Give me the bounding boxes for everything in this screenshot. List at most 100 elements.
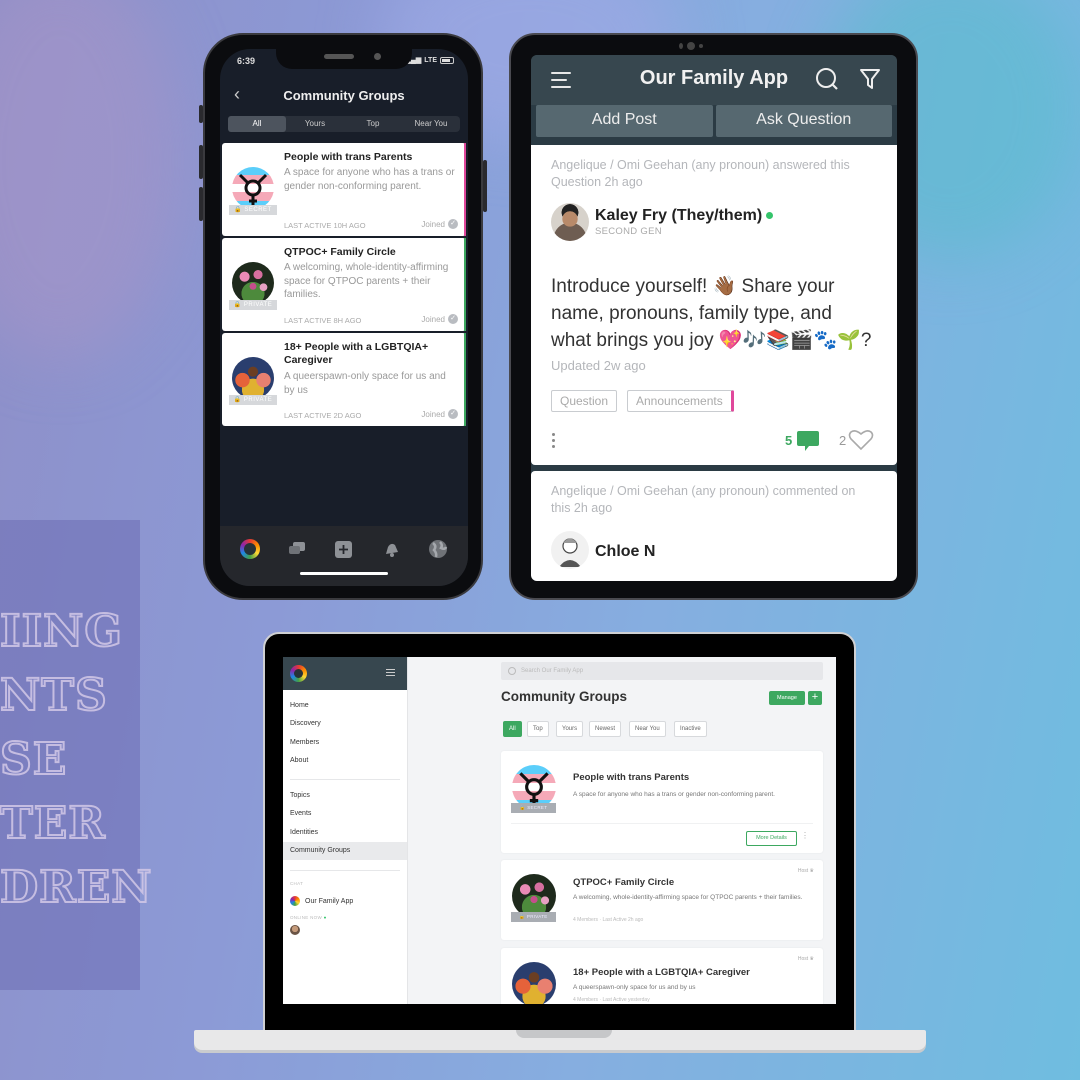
filter-all[interactable]: All — [503, 721, 522, 737]
tab-near-you[interactable]: Near You — [402, 116, 460, 132]
tag-announcements[interactable]: Announcements — [627, 390, 734, 412]
chat-label: CHAT — [290, 881, 304, 886]
group-card[interactable]: 🔒 PRIVATE 18+ People with a LGBTQIA+ Car… — [222, 333, 466, 426]
status-time: 6:39 — [237, 56, 256, 66]
post-body: Introduce yourself! 👋🏾 Share your name, … — [551, 276, 872, 351]
app-logo-icon[interactable] — [290, 665, 307, 682]
menu-icon[interactable] — [386, 669, 395, 678]
app-header: Our Family App — [531, 55, 897, 105]
feed-post[interactable]: Angelique / Omi Geehan (any pronoun) ans… — [531, 145, 897, 465]
manage-button[interactable]: Manage — [769, 691, 805, 705]
group-description: A queerspawn-only space for us and by us — [573, 984, 696, 991]
privacy-badge: 🔒 SECRET — [229, 205, 277, 215]
post-activity: Angelique / Omi Geehan (any pronoun) ans… — [551, 158, 850, 189]
divider — [290, 779, 400, 780]
chat-item[interactable]: Our Family App — [290, 896, 353, 906]
comment-icon[interactable] — [796, 430, 820, 452]
tab-all[interactable]: All — [228, 116, 286, 132]
group-name: QTPOC+ Family Circle — [573, 877, 675, 888]
phone-device: 6:39 ▂▄▆ LTE ‹ Community Groups All Your… — [199, 33, 487, 600]
add-group-button[interactable]: + — [808, 691, 822, 705]
author-name[interactable]: Kaley Fry (They/them) — [595, 207, 774, 225]
app-logo-icon[interactable] — [239, 538, 261, 560]
filter-near-you[interactable]: Near You — [629, 721, 666, 737]
author-name[interactable]: Chloe N — [595, 543, 655, 561]
crown-icon: ♛ — [809, 868, 814, 874]
more-options-icon[interactable] — [552, 433, 555, 448]
comment-count: 5 — [785, 433, 793, 448]
post-updated: Updated 2w ago — [551, 358, 646, 373]
status-right: ▂▄▆ LTE — [406, 56, 454, 64]
card-accent — [464, 238, 466, 331]
group-card[interactable]: 🔒 SECRET People with trans Parents A spa… — [222, 143, 466, 236]
card-accent — [464, 143, 466, 236]
ask-question-button[interactable]: Ask Question — [715, 105, 892, 137]
filter-newest[interactable]: Newest — [589, 721, 622, 737]
tablet-device: Our Family App Add Post Ask Question Ang… — [509, 33, 918, 600]
privacy-badge: 🔒 SECRET — [511, 803, 556, 813]
sign-line: TER — [0, 797, 106, 850]
avatar[interactable] — [551, 531, 589, 569]
joined-status: Joined ✓ — [421, 314, 458, 324]
group-card[interactable]: 🔒 SECRET People with trans Parents A spa… — [501, 751, 823, 853]
sidebar-item-identities[interactable]: Identities — [290, 829, 318, 836]
online-user-avatar[interactable] — [290, 925, 300, 935]
privacy-badge: 🔒 PRIVATE — [511, 912, 556, 922]
online-now-label: ONLINE NOW ● — [290, 915, 327, 920]
group-card[interactable]: 🔒 PRIVATE Host ♛ QTPOC+ Family Circle A … — [501, 860, 823, 940]
feed-post[interactable]: Angelique / Omi Geehan (any pronoun) com… — [531, 471, 897, 581]
sidebar-item-home[interactable]: Home — [290, 702, 309, 709]
filter-top[interactable]: Top — [527, 721, 549, 737]
phone-volume-down — [199, 187, 203, 221]
joined-status: Joined ✓ — [421, 219, 458, 229]
sidebar-item-discovery[interactable]: Discovery — [290, 720, 321, 727]
laptop-screen: Home Discovery Members About Topics Even… — [283, 657, 836, 1004]
laptop-base — [194, 1030, 926, 1050]
add-icon[interactable] — [333, 538, 355, 560]
sidebar-item-topics[interactable]: Topics — [290, 792, 310, 799]
sidebar-item-events[interactable]: Events — [290, 810, 311, 817]
more-details-button[interactable]: More Details — [746, 831, 797, 846]
tab-top[interactable]: Top — [344, 116, 402, 132]
check-icon: ✓ — [448, 219, 458, 229]
filter-yours[interactable]: Yours — [556, 721, 584, 737]
sidebar-item-about[interactable]: About — [290, 757, 308, 764]
sign-line: DREN — [0, 861, 153, 914]
phone-tab-bar: All Yours Top Near You — [228, 116, 460, 132]
privacy-badge: 🔒 PRIVATE — [229, 395, 277, 405]
group-name: 18+ People with a LGBTQIA+ Caregiver — [573, 967, 750, 978]
sign-line: SE — [0, 733, 68, 786]
sign-line: NTS — [0, 669, 108, 722]
bell-icon[interactable] — [380, 538, 402, 560]
globe-icon[interactable] — [427, 538, 449, 560]
avatar[interactable] — [551, 203, 589, 241]
sidebar-header — [283, 657, 407, 690]
card-accent — [464, 333, 466, 426]
sidebar-item-community-groups[interactable]: Community Groups — [283, 842, 407, 860]
check-icon: ✓ — [448, 314, 458, 324]
chat-icon[interactable] — [286, 538, 308, 560]
group-card[interactable]: Host ♛ 18+ People with a LGBTQIA+ Caregi… — [501, 948, 823, 1004]
tag-question[interactable]: Question — [551, 390, 618, 412]
filter-icon[interactable] — [859, 67, 881, 91]
search-icon[interactable] — [815, 67, 839, 91]
laptop-notch — [516, 1030, 612, 1038]
group-card[interactable]: 🔒 PRIVATE QTPOC+ Family Circle A welcomi… — [222, 238, 466, 331]
filter-inactive[interactable]: Inactive — [674, 721, 707, 737]
group-name: People with trans Parents — [284, 151, 413, 163]
group-description: A welcoming, whole-identity-affirming sp… — [573, 894, 803, 901]
tab-yours[interactable]: Yours — [286, 116, 344, 132]
group-description: A queerspawn-only space for us and by us — [284, 371, 446, 396]
heart-icon[interactable] — [848, 429, 874, 451]
add-post-button[interactable]: Add Post — [536, 105, 713, 137]
search-input[interactable]: Search Our Family App — [501, 662, 823, 680]
sidebar-item-members[interactable]: Members — [290, 739, 319, 746]
more-options-icon[interactable]: ⋮ — [801, 831, 809, 840]
last-active: LAST ACTIVE 10H AGO — [284, 221, 366, 230]
app-title: Our Family App — [639, 67, 789, 89]
phone-volume-up — [199, 145, 203, 179]
tablet-camera — [679, 42, 703, 50]
group-avatar — [232, 167, 274, 209]
phone-notch — [276, 49, 412, 69]
phone-side-button — [199, 105, 203, 123]
